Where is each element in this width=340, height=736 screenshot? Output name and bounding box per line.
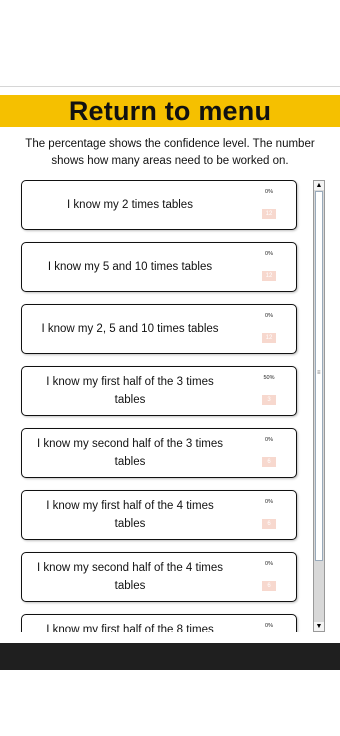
confidence-percent: 0% xyxy=(265,313,273,319)
skill-label: I know my first half of the 8 times xyxy=(46,624,214,632)
confidence-percent: 0% xyxy=(265,499,273,505)
confidence-percent: 0% xyxy=(265,189,273,195)
scrollbar-thumb[interactable]: ≡ xyxy=(315,191,323,561)
skill-label: I know my 5 and 10 times tables xyxy=(47,261,213,273)
confidence-percent: 50% xyxy=(263,375,275,381)
return-to-menu-label: Return to menu xyxy=(68,95,272,126)
confidence-badge: 0% 6 xyxy=(254,495,284,535)
confidence-badge: 0% 12 xyxy=(254,185,284,225)
confidence-percent: 0% xyxy=(265,623,273,629)
skill-card[interactable]: I know my 5 and 10 times tables 0% 12 xyxy=(21,242,297,292)
skill-label: I know my first half of the 3 times tabl… xyxy=(46,376,214,406)
confidence-percent: 0% xyxy=(265,561,273,567)
skill-card[interactable]: I know my first half of the 8 times 0% xyxy=(21,614,297,632)
skill-card[interactable]: I know my 2 times tables 0% 12 xyxy=(21,180,297,230)
skill-label: I know my 2 times tables xyxy=(67,199,193,211)
confidence-badge: 0% 6 xyxy=(254,557,284,597)
return-to-menu-button[interactable]: Return to menu xyxy=(0,95,340,127)
areas-count: 6 xyxy=(262,457,276,467)
divider xyxy=(0,86,340,87)
grip-icon: ≡ xyxy=(317,370,321,376)
confidence-badge: 0% 12 xyxy=(254,247,284,287)
confidence-badge: 50% 3 xyxy=(254,371,284,411)
vertical-scrollbar[interactable]: ▲ ≡ ▼ xyxy=(313,180,325,632)
confidence-badge: 0% 12 xyxy=(254,309,284,349)
skill-card[interactable]: I know my first half of the 4 times tabl… xyxy=(21,490,297,540)
scroll-down-arrow-icon[interactable]: ▼ xyxy=(314,622,324,631)
areas-count: 3 xyxy=(262,395,276,405)
skill-label: I know my second half of the 3 times tab… xyxy=(36,438,223,468)
areas-count: 12 xyxy=(262,271,276,281)
scroll-up-arrow-icon[interactable]: ▲ xyxy=(314,181,324,190)
skill-label: I know my second half of the 4 times tab… xyxy=(36,562,223,592)
bottom-bar xyxy=(0,643,340,670)
instructions-line-1: The percentage shows the confidence leve… xyxy=(25,138,315,150)
instructions-text: The percentage shows the confidence leve… xyxy=(0,136,340,170)
confidence-badge: 0% 6 xyxy=(254,433,284,473)
confidence-badge: 0% xyxy=(254,619,284,632)
confidence-percent: 0% xyxy=(265,251,273,257)
skill-card[interactable]: I know my first half of the 3 times tabl… xyxy=(21,366,297,416)
areas-count: 12 xyxy=(262,333,276,343)
skill-card[interactable]: I know my second half of the 3 times tab… xyxy=(21,428,297,478)
skills-list: I know my 2 times tables 0% 12 I know my… xyxy=(0,180,312,632)
top-blank-area xyxy=(0,0,340,94)
confidence-percent: 0% xyxy=(265,437,273,443)
skill-label: I know my first half of the 4 times tabl… xyxy=(46,500,214,530)
areas-count: 6 xyxy=(262,519,276,529)
areas-count: 12 xyxy=(262,209,276,219)
instructions-line-2: shows how many areas need to be worked o… xyxy=(51,155,289,167)
areas-count: 6 xyxy=(262,581,276,591)
skill-card[interactable]: I know my 2, 5 and 10 times tables 0% 12 xyxy=(21,304,297,354)
skill-label: I know my 2, 5 and 10 times tables xyxy=(41,323,219,335)
skill-card[interactable]: I know my second half of the 4 times tab… xyxy=(21,552,297,602)
